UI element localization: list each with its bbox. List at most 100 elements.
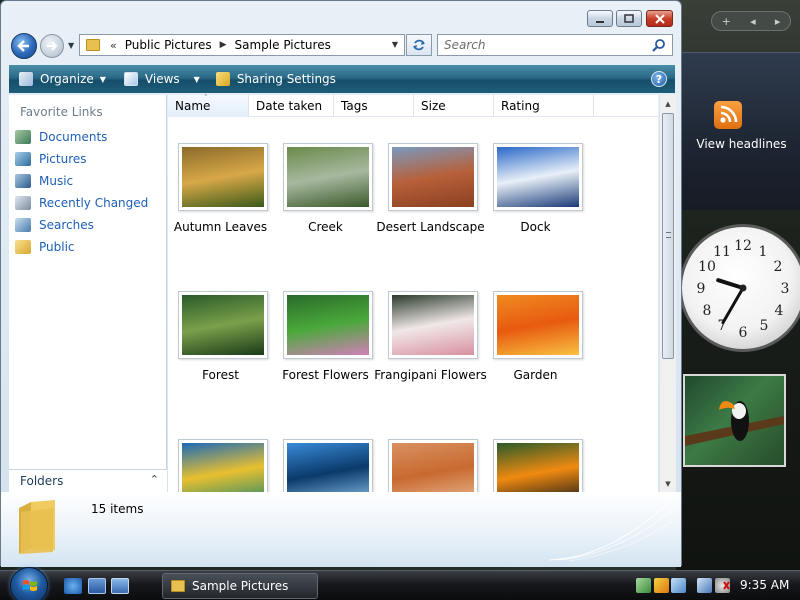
thumbnail-image xyxy=(182,295,264,355)
column-date-taken[interactable]: Date taken xyxy=(249,95,334,117)
clock-numeral: 6 xyxy=(739,325,748,341)
scroll-down-button[interactable]: ▼ xyxy=(660,475,676,492)
sharing-settings-button[interactable]: Sharing Settings xyxy=(215,65,336,93)
folder-icon xyxy=(15,240,31,254)
clock-numeral: 10 xyxy=(698,259,716,275)
column-size[interactable]: Size xyxy=(414,95,494,117)
chevron-down-icon: ▼ xyxy=(99,74,106,84)
forward-button[interactable] xyxy=(40,34,64,58)
nav-item-label: Music xyxy=(39,174,74,188)
taskbar-clock[interactable]: 9:35 AM xyxy=(740,578,789,592)
back-arrow-icon xyxy=(17,40,29,52)
chevron-up-icon: ⌃ xyxy=(149,473,159,486)
network-icon[interactable] xyxy=(697,578,712,593)
slideshow-gadget[interactable] xyxy=(683,374,786,467)
file-name[interactable]: Autumn Leaves xyxy=(160,220,281,234)
address-overflow-button[interactable]: « xyxy=(110,39,117,52)
file-list: ˆ Name Date taken Tags Size Rating Autum… xyxy=(168,94,658,530)
show-desktop-icon[interactable] xyxy=(88,578,106,594)
scrollbar-thumb[interactable] xyxy=(662,113,674,359)
sharing-icon xyxy=(215,72,230,86)
clock-numeral: 4 xyxy=(775,303,784,319)
view-headlines-link[interactable]: View headlines xyxy=(682,137,800,151)
add-gadget-button[interactable]: + xyxy=(722,15,731,28)
thumbnail-image xyxy=(287,295,369,355)
switch-windows-icon[interactable] xyxy=(111,578,129,594)
breadcrumb-sample-pictures[interactable]: Sample Pictures xyxy=(235,38,331,52)
sharing-settings-label: Sharing Settings xyxy=(236,72,336,86)
image-thumbnail[interactable] xyxy=(493,291,583,359)
taskbar-button-sample-pictures[interactable]: Sample Pictures xyxy=(162,573,318,599)
vertical-scrollbar[interactable]: ▲ ▼ xyxy=(659,95,676,492)
title-bar[interactable] xyxy=(1,1,681,31)
image-thumbnail[interactable] xyxy=(283,143,373,211)
clock-numeral: 5 xyxy=(760,318,769,334)
nav-item-label: Public xyxy=(39,240,75,254)
close-button[interactable] xyxy=(646,10,673,27)
clock-hour-hand xyxy=(716,278,745,290)
command-bar: Organize ▼ Views ▼ Sharing Settings ? xyxy=(9,65,675,93)
image-thumbnail[interactable] xyxy=(178,143,268,211)
scroll-up-button[interactable]: ▲ xyxy=(660,95,676,112)
folder-icon xyxy=(19,500,55,554)
clock-gadget: 12 1 2 3 4 5 6 7 8 9 10 11 xyxy=(679,220,800,366)
column-name[interactable]: ˆ Name xyxy=(168,94,249,117)
decorative-swirl xyxy=(549,501,678,562)
help-button[interactable]: ? xyxy=(651,71,667,87)
address-dropdown-icon[interactable]: ▼ xyxy=(392,40,398,49)
previous-gadget-button[interactable]: ◂ xyxy=(750,15,756,28)
volume-muted-icon[interactable] xyxy=(715,578,730,593)
recent-pages-dropdown[interactable]: ▼ xyxy=(68,41,74,50)
image-thumbnail[interactable] xyxy=(283,291,373,359)
start-button[interactable] xyxy=(10,567,48,600)
nav-item-public[interactable]: Public xyxy=(15,238,75,256)
image-thumbnail[interactable] xyxy=(388,291,478,359)
sidebar-toolbar: + ◂ ▸ xyxy=(711,11,791,31)
image-thumbnail[interactable] xyxy=(178,291,268,359)
security-shield-icon[interactable] xyxy=(654,578,669,593)
search-input[interactable] xyxy=(444,38,644,52)
file-name[interactable]: Forest xyxy=(160,368,281,382)
safely-remove-icon[interactable] xyxy=(636,578,651,593)
thumbnail-image xyxy=(392,147,474,207)
views-icon xyxy=(123,72,138,86)
item-count: 15 items xyxy=(91,502,144,516)
nav-item-music[interactable]: Music xyxy=(15,172,73,190)
organize-menu[interactable]: Organize ▼ xyxy=(19,65,106,93)
internet-explorer-icon[interactable] xyxy=(64,578,82,594)
feed-headlines-gadget[interactable]: View headlines xyxy=(681,52,800,210)
file-name[interactable]: Desert Landscape xyxy=(370,220,491,234)
nav-item-searches[interactable]: Searches xyxy=(15,216,94,234)
address-bar[interactable]: « Public Pictures ▶ Sample Pictures ▼ xyxy=(79,34,405,56)
clock-numeral: 9 xyxy=(697,281,706,297)
image-thumbnail[interactable] xyxy=(388,143,478,211)
maximize-button[interactable] xyxy=(616,10,642,27)
nav-item-recently-changed[interactable]: Recently Changed xyxy=(15,194,148,212)
file-name[interactable]: Garden xyxy=(475,368,596,382)
search-icon[interactable] xyxy=(652,38,666,55)
minimize-button[interactable] xyxy=(587,10,613,27)
file-name[interactable]: Forest Flowers xyxy=(265,368,386,382)
back-button[interactable] xyxy=(11,33,37,59)
nav-item-documents[interactable]: Documents xyxy=(15,128,107,146)
taskbar: Sample Pictures 9:35 AM xyxy=(0,567,800,600)
file-name[interactable]: Dock xyxy=(475,220,596,234)
file-name[interactable]: Creek xyxy=(265,220,386,234)
breadcrumb-separator-icon[interactable]: ▶ xyxy=(220,40,227,50)
column-tags[interactable]: Tags xyxy=(334,95,414,117)
refresh-icon xyxy=(413,39,425,51)
clock-minute-hand xyxy=(721,286,745,325)
column-headers: ˆ Name Date taken Tags Size Rating xyxy=(168,94,658,117)
search-box[interactable] xyxy=(437,34,673,56)
views-menu[interactable]: Views ▼ xyxy=(123,65,200,93)
recently-changed-icon xyxy=(15,196,31,210)
image-thumbnail[interactable] xyxy=(493,143,583,211)
nav-item-pictures[interactable]: Pictures xyxy=(15,150,87,168)
windows-update-icon[interactable] xyxy=(671,578,686,593)
next-gadget-button[interactable]: ▸ xyxy=(775,15,781,28)
column-rating[interactable]: Rating xyxy=(494,95,594,117)
folders-toggle[interactable]: Folders ⌃ xyxy=(9,469,167,492)
refresh-button[interactable] xyxy=(406,34,432,56)
breadcrumb-public-pictures[interactable]: Public Pictures xyxy=(125,38,212,52)
file-name[interactable]: Frangipani Flowers xyxy=(370,368,491,382)
